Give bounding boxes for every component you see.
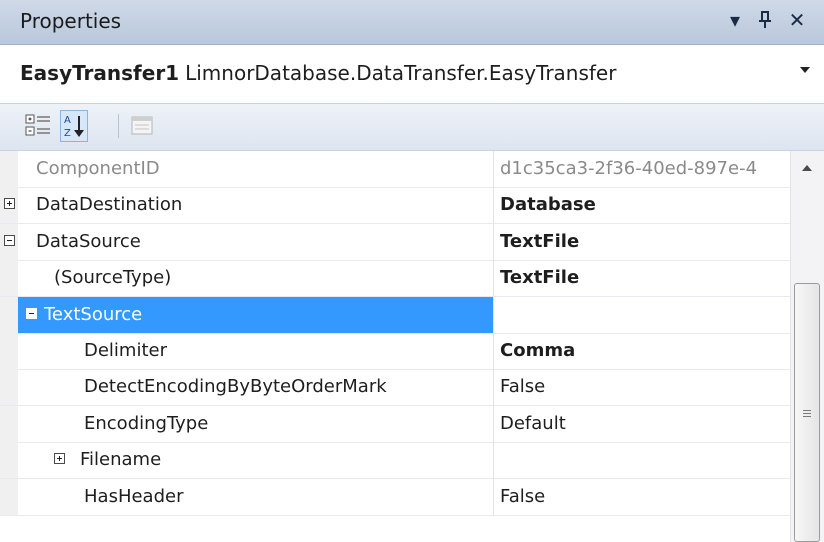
property-name: EncodingType (84, 413, 209, 434)
property-value-cell[interactable]: False (494, 369, 790, 405)
properties-panel: Properties ▾ ✕ EasyTransfer1 LimnorDataba… (0, 0, 824, 542)
property-name-cell[interactable]: HasHeader (18, 479, 494, 515)
row-margin (0, 187, 18, 223)
property-value: Database (500, 194, 596, 215)
property-value-cell[interactable]: d1c35ca3-2f36-40ed-897e-4 (494, 151, 790, 187)
property-name: DataSource (36, 231, 141, 252)
grip-line (803, 413, 811, 414)
property-name: Filename (80, 449, 162, 470)
property-value: Comma (500, 340, 576, 361)
property-name: HasHeader (84, 486, 184, 507)
property-name: DataDestination (36, 194, 183, 215)
component-name: EasyTransfer1 (20, 61, 180, 85)
property-value-cell[interactable]: Database (494, 187, 790, 223)
alphabetical-sort-icon: A Z (64, 115, 84, 139)
property-row[interactable]: (SourceType) TextFile (0, 260, 790, 297)
property-name: ComponentID (36, 158, 160, 179)
categorized-button[interactable] (24, 112, 52, 140)
property-value-cell[interactable]: Comma (494, 333, 790, 369)
property-grid: ComponentID d1c35ca3-2f36-40ed-897e-4 Data… (0, 151, 790, 542)
property-value-cell[interactable]: TextFile (494, 260, 790, 296)
property-name-cell[interactable]: (SourceType) (18, 260, 494, 296)
object-selector-text: EasyTransfer1 LimnorDatabase.DataTransfer… (20, 60, 616, 86)
row-margin (0, 224, 18, 260)
property-row[interactable]: DataSource TextFile (0, 224, 790, 261)
title-bar: Properties ▾ ✕ (0, 0, 824, 45)
property-name-cell[interactable]: EncodingType (18, 406, 494, 442)
property-value: TextFile (500, 231, 580, 252)
component-type: LimnorDatabase.DataTransfer.EasyTransfer (185, 61, 617, 85)
row-margin (0, 333, 18, 369)
categorized-icon (25, 114, 50, 136)
property-name-cell[interactable]: Filename (18, 442, 494, 478)
row-margin (0, 369, 18, 405)
vertical-scrollbar[interactable] (790, 151, 824, 542)
property-row[interactable]: Delimiter Comma (0, 333, 790, 370)
chevron-down-icon[interactable] (800, 67, 810, 73)
expand-plus-icon[interactable] (54, 453, 65, 464)
panel-title: Properties (20, 9, 122, 33)
property-name: Delimiter (84, 340, 168, 361)
collapse-minus-icon[interactable] (4, 235, 15, 246)
collapse-minus-icon[interactable] (26, 308, 37, 319)
close-icon[interactable]: ✕ (784, 5, 810, 35)
property-row[interactable]: DetectEncodingByByteOrderMark False (0, 369, 790, 406)
properties-toolbar: A Z (0, 104, 824, 151)
property-row[interactable]: ComponentID d1c35ca3-2f36-40ed-897e-4 (0, 151, 790, 188)
property-name-cell[interactable]: ComponentID (18, 151, 494, 187)
property-row[interactable]: HasHeader False (0, 479, 790, 516)
scrollbar-thumb[interactable] (794, 283, 820, 542)
property-value-cell[interactable] (494, 297, 790, 333)
property-name: TextSource (44, 304, 143, 325)
property-value-cell[interactable] (494, 442, 790, 478)
property-value: d1c35ca3-2f36-40ed-897e-4 (500, 158, 758, 179)
grip-line (803, 416, 811, 417)
toolbar-separator (118, 114, 119, 138)
property-pages-icon (131, 116, 153, 135)
property-value-cell[interactable]: TextFile (494, 224, 790, 260)
svg-text:A: A (64, 115, 71, 126)
property-value: False (500, 376, 546, 397)
property-value: False (500, 486, 546, 507)
object-selector[interactable]: EasyTransfer1 LimnorDatabase.DataTransfer… (0, 45, 824, 104)
property-name-cell[interactable]: DataSource (18, 224, 494, 260)
row-margin (0, 442, 18, 478)
property-value-cell[interactable]: Default (494, 406, 790, 442)
window-position-dropdown-icon[interactable]: ▾ (722, 5, 748, 35)
property-name-cell[interactable]: DataDestination (18, 187, 494, 223)
property-value: Default (500, 413, 566, 434)
property-row[interactable]: TextSource (0, 297, 790, 334)
auto-hide-pin-icon[interactable] (752, 5, 778, 35)
property-value: TextFile (500, 267, 580, 288)
svg-text:Z: Z (64, 128, 71, 139)
property-name-cell[interactable]: Delimiter (18, 333, 494, 369)
property-row[interactable]: Filename (0, 442, 790, 479)
row-margin (0, 479, 18, 515)
row-margin (0, 406, 18, 442)
property-pages-button (128, 112, 156, 140)
row-margin (0, 260, 18, 296)
property-name: DetectEncodingByByteOrderMark (84, 376, 387, 397)
property-row[interactable]: EncodingType Default (0, 406, 790, 443)
property-name-cell[interactable]: DetectEncodingByByteOrderMark (18, 369, 494, 405)
property-name: (SourceType) (54, 267, 172, 288)
grip-line (803, 410, 811, 411)
alphabetical-button[interactable]: A Z (60, 110, 88, 142)
row-margin (0, 151, 18, 187)
property-row[interactable]: DataDestination Database (0, 187, 790, 224)
scroll-up-arrow-icon[interactable] (802, 165, 812, 171)
property-value-cell[interactable]: False (494, 479, 790, 515)
property-name-cell[interactable]: TextSource (18, 297, 494, 333)
expand-plus-icon[interactable] (4, 198, 15, 209)
row-margin (0, 297, 18, 333)
